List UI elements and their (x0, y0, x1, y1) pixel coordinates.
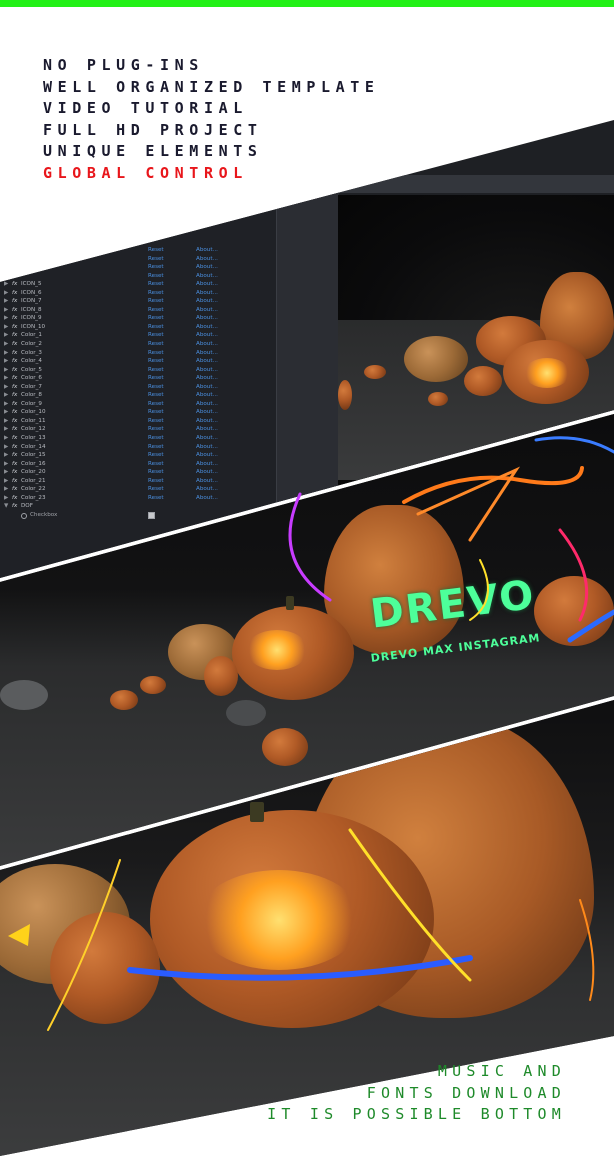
footer-line-2: FONTS DOWNLOAD (366, 1083, 566, 1102)
orange-streak (402, 466, 584, 504)
purple-streak (288, 492, 332, 602)
blue-streak (534, 436, 614, 454)
yellow-streak (348, 828, 472, 982)
orange-streak (579, 899, 595, 1001)
yellow-triangle (8, 924, 30, 946)
blue-streak (567, 609, 614, 643)
footer-line-1: MUSIC AND (437, 1062, 566, 1080)
pink-streak (558, 528, 589, 622)
blue-streak (127, 955, 473, 981)
download-note: MUSIC AND FONTS DOWNLOAD IT IS POSSIBLE … (267, 1061, 566, 1126)
footer-line-3: IT IS POSSIBLE BOTTOM (267, 1105, 566, 1123)
yellow-streak (469, 559, 489, 621)
light-streaks-overlay (8, 436, 614, 1031)
yellow-streak (47, 859, 121, 1031)
